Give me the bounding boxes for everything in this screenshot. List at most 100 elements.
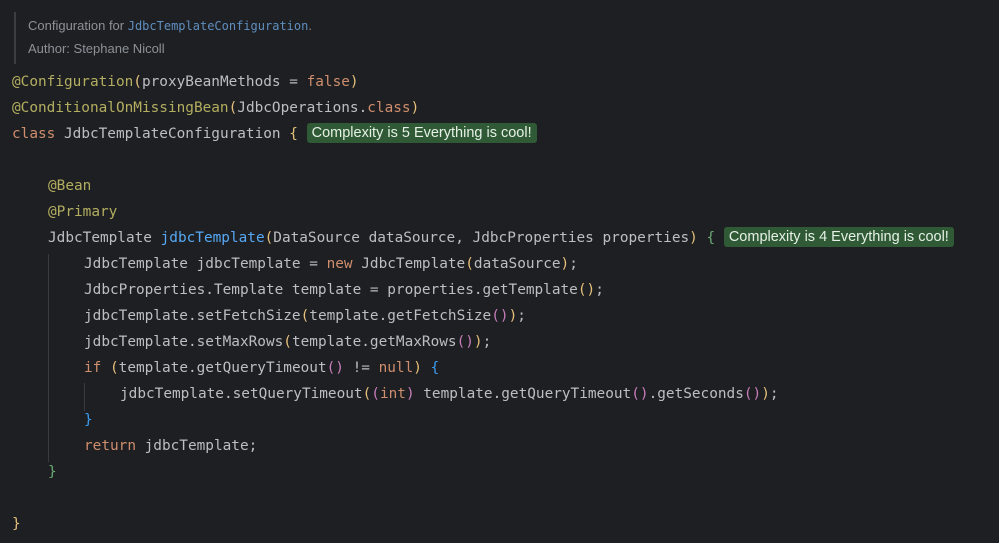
method-complexity-badge[interactable]: Complexity is 4 Everything is cool!: [723, 227, 954, 247]
code-line-9: jdbcTemplate.setFetchSize(template.getFe…: [84, 303, 526, 329]
paren: (: [465, 256, 474, 272]
paren: ): [410, 100, 420, 116]
paren: (: [362, 386, 372, 402]
code-text: template.getQueryTimeout: [414, 386, 632, 402]
keyword: int: [379, 386, 406, 402]
annotation: @Bean: [48, 178, 92, 194]
brace: {: [697, 230, 716, 246]
paren: (: [743, 386, 753, 402]
paren: ): [473, 334, 483, 350]
keyword: return: [84, 438, 136, 454]
code-line-7: JdbcTemplate jdbcTemplate = new JdbcTemp…: [84, 251, 578, 277]
paren: ): [752, 386, 762, 402]
indent-guide: [48, 254, 49, 462]
semicolon: ;: [595, 282, 604, 298]
paren: (: [110, 360, 119, 376]
paren: ): [689, 230, 698, 246]
paren: (: [326, 360, 336, 376]
semicolon: ;: [769, 386, 779, 402]
code-line-5: @Primary: [48, 199, 117, 225]
paren: ): [508, 308, 518, 324]
rendered-javadoc: Configuration for JdbcTemplateConfigurat…: [14, 12, 336, 64]
annotation: @Configuration: [12, 74, 134, 90]
paren: ): [349, 74, 359, 90]
paren: (: [371, 386, 380, 402]
javadoc-author: Author: Stephane Nicoll: [28, 41, 165, 56]
paren: (: [456, 334, 466, 350]
paren: (: [264, 230, 274, 246]
code-text: JdbcTemplate: [352, 256, 466, 272]
keyword: class: [367, 100, 411, 116]
paren: ): [639, 386, 649, 402]
code-text: jdbcTemplate.setFetchSize: [84, 308, 301, 324]
code-line-10: jdbcTemplate.setMaxRows(template.getMaxR…: [84, 329, 491, 355]
annotation: @Primary: [48, 204, 118, 220]
keyword: if: [84, 360, 102, 376]
paren: ): [560, 256, 570, 272]
semicolon: ;: [569, 256, 578, 272]
parameters: DataSource dataSource, JdbcProperties pr…: [273, 230, 690, 246]
code-line-16: }: [12, 511, 21, 537]
semicolon: ;: [517, 308, 526, 324]
code-text: !=: [343, 360, 379, 376]
keyword: null: [378, 360, 414, 376]
javadoc-text-end: .: [308, 18, 312, 33]
return-type: JdbcTemplate: [48, 230, 161, 246]
paren: (: [631, 386, 640, 402]
class-name: JdbcTemplateConfiguration: [55, 126, 290, 142]
paren: ): [465, 334, 474, 350]
keyword: false: [306, 74, 350, 90]
code-text: JdbcTemplate jdbcTemplate =: [84, 256, 327, 272]
method-name: jdbcTemplate: [160, 230, 265, 246]
code-line-14: return jdbcTemplate;: [84, 433, 257, 459]
code-line-15: }: [48, 459, 57, 485]
brace: {: [289, 126, 298, 142]
semicolon: ;: [482, 334, 492, 350]
code-line-13: }: [84, 407, 93, 433]
paren: ): [335, 360, 344, 376]
code-line-2: @ConditionalOnMissingBean(JdbcOperations…: [12, 95, 419, 121]
code-text: dataSource: [473, 256, 561, 272]
code-text: jdbcTemplate;: [135, 438, 258, 454]
code-text: template.getQueryTimeout: [118, 360, 327, 376]
keyword: new: [326, 256, 353, 272]
code-line-12: jdbcTemplate.setQueryTimeout((int) templ…: [120, 381, 779, 407]
class-complexity-badge[interactable]: Complexity is 5 Everything is cool!: [306, 123, 537, 143]
code-line-1: @Configuration(proxyBeanMethods = false): [12, 69, 359, 95]
code-text: jdbcTemplate.setQueryTimeout: [120, 386, 363, 402]
code-editor[interactable]: Configuration for JdbcTemplateConfigurat…: [0, 0, 999, 543]
paren: ): [499, 308, 509, 324]
code-text: template.getFetchSize: [309, 308, 492, 324]
paren: (: [491, 308, 500, 324]
code-text: .getSeconds: [648, 386, 744, 402]
paren: (: [283, 334, 292, 350]
code-text: template.getMaxRows: [291, 334, 457, 350]
brace: }: [84, 412, 93, 428]
brace: }: [48, 464, 57, 480]
code-line-3: class JdbcTemplateConfiguration { Comple…: [12, 121, 537, 147]
code-line-4: @Bean: [48, 173, 91, 199]
paren: (: [133, 74, 142, 90]
paren: (: [300, 308, 310, 324]
code-line-8: JdbcProperties.Template template = prope…: [84, 277, 604, 303]
javadoc-text: Configuration for: [28, 18, 128, 33]
paren: ): [586, 282, 596, 298]
code-text: JdbcProperties.Template template = prope…: [84, 282, 578, 298]
javadoc-description: Configuration for JdbcTemplateConfigurat…: [28, 18, 312, 33]
brace: {: [421, 360, 440, 376]
code-line-11: if (template.getQueryTimeout() != null) …: [84, 355, 439, 381]
code-text: JdbcOperations.: [237, 100, 368, 116]
paren: ): [405, 386, 415, 402]
paren: (: [228, 100, 238, 116]
paren: ): [761, 386, 770, 402]
code-text: proxyBeanMethods =: [141, 74, 307, 90]
code-line-6: JdbcTemplate jdbcTemplate(DataSource dat…: [48, 225, 954, 251]
annotation: @ConditionalOnMissingBean: [12, 100, 229, 116]
paren: ): [413, 360, 422, 376]
code-text: jdbcTemplate.setMaxRows: [84, 334, 284, 350]
paren: (: [577, 282, 587, 298]
keyword: class: [12, 126, 56, 142]
javadoc-code-reference[interactable]: JdbcTemplateConfiguration: [128, 19, 309, 33]
brace: }: [12, 516, 21, 532]
